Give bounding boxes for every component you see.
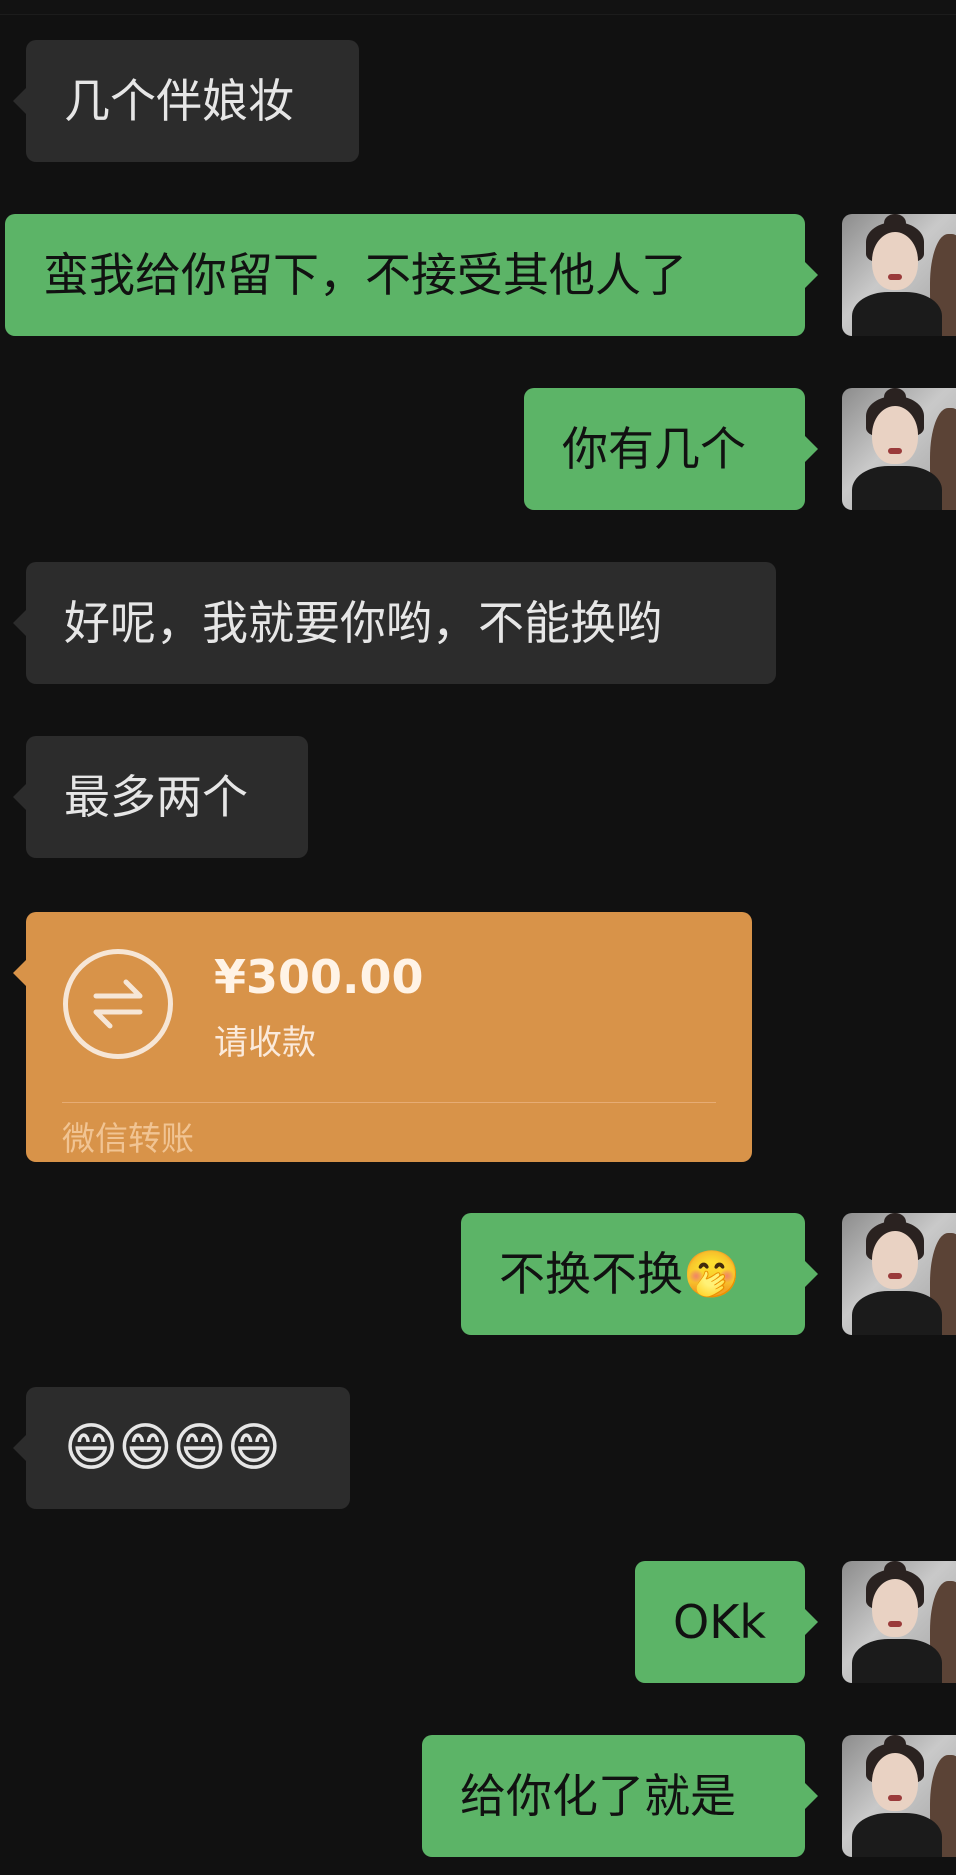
message-bubble-outgoing[interactable]: 蛮我给你留下，不接受其他人了 [5, 214, 818, 336]
user-avatar[interactable] [842, 1561, 956, 1683]
message-bubble-outgoing[interactable]: 你有几个 [524, 388, 818, 510]
message-bubble-outgoing[interactable]: 给你化了就是 [422, 1735, 818, 1857]
message-text: 最多两个 [64, 770, 248, 824]
transfer-footer: 微信转账 [62, 1119, 194, 1158]
message-text: 你有几个 [562, 422, 746, 476]
message-text: OKk [673, 1595, 767, 1649]
wechat-transfer-card[interactable]: ¥300.00 请收款 微信转账 [13, 912, 752, 1162]
user-avatar[interactable] [842, 1735, 956, 1857]
message-bubble-incoming[interactable]: 😄😄😄😄 [13, 1387, 350, 1509]
transfer-status: 请收款 [214, 1023, 316, 1063]
transfer-divider [62, 1102, 716, 1103]
user-avatar[interactable] [842, 388, 956, 510]
transfer-amount: ¥300.00 [214, 950, 424, 1004]
message-text: 😄😄😄😄 [64, 1418, 281, 1478]
message-text: 几个伴娘妆 [64, 74, 294, 128]
transfer-arrows-icon [63, 949, 173, 1059]
message-text: 给你化了就是 [460, 1769, 736, 1823]
user-avatar[interactable] [842, 214, 956, 336]
user-avatar[interactable] [842, 1213, 956, 1335]
message-text: 好呢，我就要你哟，不能换哟 [64, 596, 662, 650]
message-bubble-incoming[interactable]: 几个伴娘妆 [13, 40, 359, 162]
header-divider [0, 0, 956, 15]
message-text: 不换不换🤭 [499, 1247, 741, 1301]
message-bubble-outgoing[interactable]: 不换不换🤭 [461, 1213, 818, 1335]
message-bubble-outgoing[interactable]: OKk [635, 1561, 818, 1683]
message-text: 蛮我给你留下，不接受其他人了 [43, 248, 687, 302]
message-bubble-incoming[interactable]: 最多两个 [13, 736, 308, 858]
message-bubble-incoming[interactable]: 好呢，我就要你哟，不能换哟 [13, 562, 776, 684]
